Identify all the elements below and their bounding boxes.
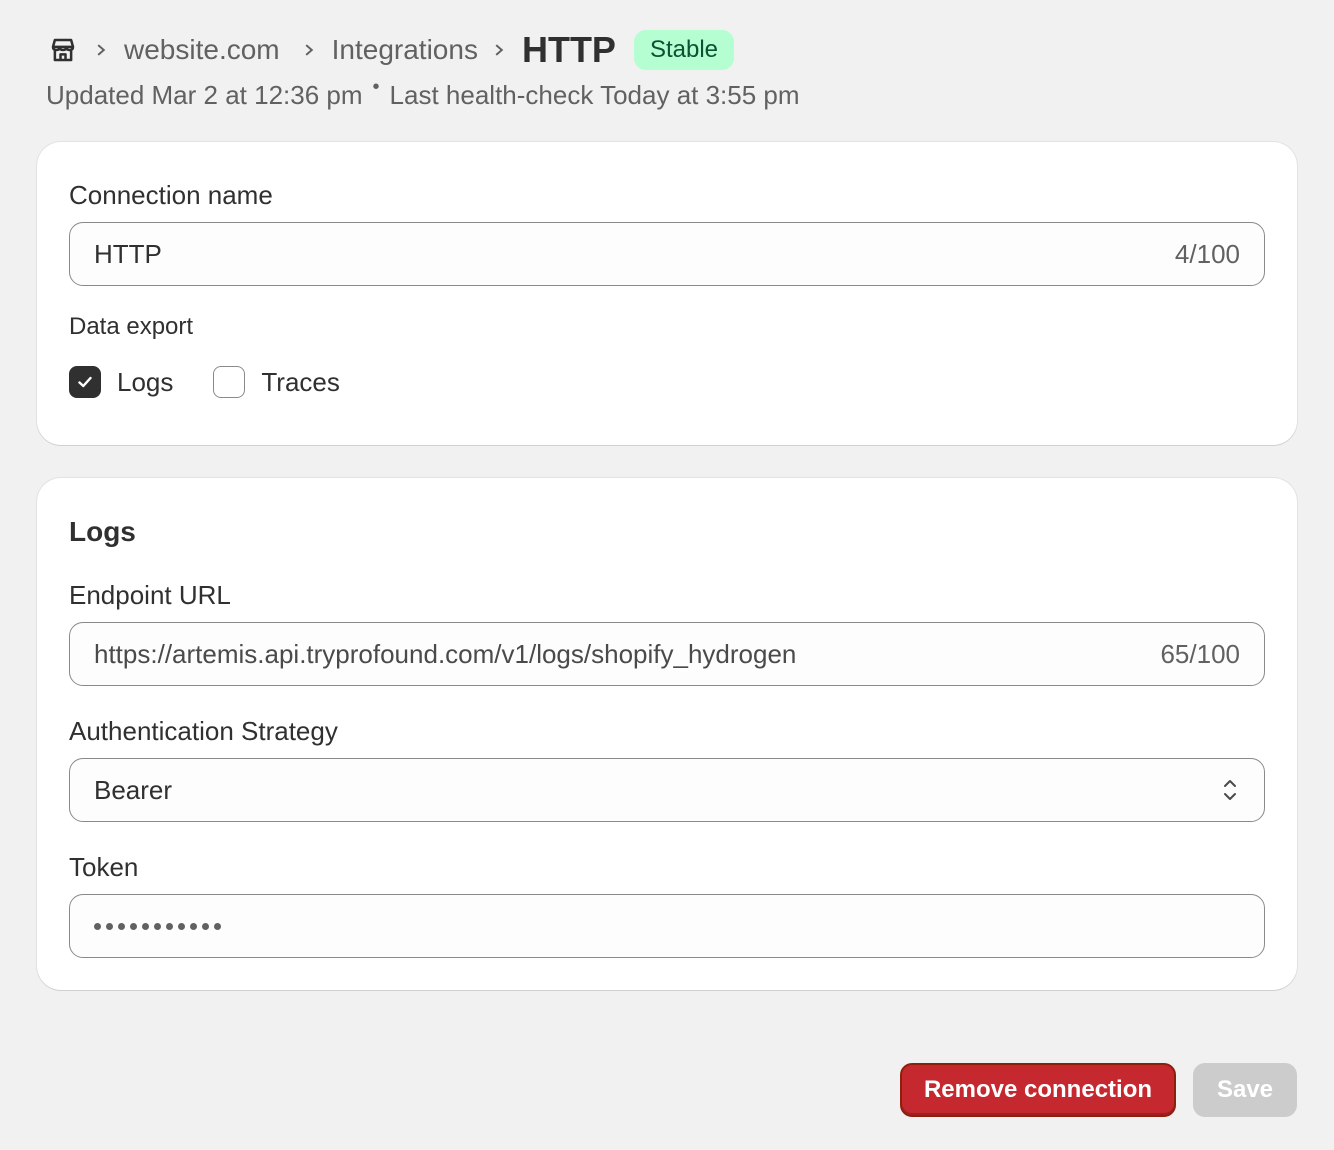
endpoint-url-label: Endpoint URL bbox=[69, 580, 231, 610]
store-icon[interactable] bbox=[46, 33, 80, 67]
select-chevron-icon bbox=[1220, 775, 1240, 805]
connection-card: Connection name HTTP 4/100 Data export L… bbox=[37, 142, 1297, 445]
checkmark-icon bbox=[78, 376, 92, 388]
password-dot bbox=[94, 922, 101, 930]
logs-card-title: Logs bbox=[69, 516, 136, 547]
chevron-right-icon bbox=[94, 43, 108, 57]
traces-checkbox[interactable] bbox=[213, 366, 246, 398]
password-dot bbox=[178, 922, 185, 930]
status-badge: Stable bbox=[633, 30, 735, 70]
page: website.com Integrations HTTP Stable Upd… bbox=[0, 0, 1334, 1150]
separator-dot: • bbox=[372, 76, 380, 98]
breadcrumb-integrations-link[interactable]: Integrations bbox=[332, 34, 478, 66]
traces-checkbox-option[interactable]: Traces bbox=[213, 366, 340, 398]
password-dot bbox=[190, 922, 197, 930]
chevron-right-icon bbox=[492, 43, 506, 57]
token-masked-value bbox=[94, 922, 221, 930]
data-export-options: Logs Traces bbox=[69, 366, 380, 398]
page-title: HTTP bbox=[521, 29, 616, 70]
character-counter: 65/100 bbox=[1160, 638, 1240, 669]
breadcrumb-store-link[interactable]: website.com bbox=[124, 34, 280, 66]
save-button[interactable]: Save bbox=[1193, 1063, 1297, 1117]
password-dot bbox=[166, 922, 173, 930]
auth-strategy-label: Authentication Strategy bbox=[69, 716, 338, 746]
updated-timestamp: Updated Mar 2 at 12:36 pm bbox=[46, 80, 363, 110]
auth-strategy-value: Bearer bbox=[94, 774, 173, 805]
endpoint-url-input[interactable]: https://artemis.api.tryprofound.com/v1/l… bbox=[69, 622, 1265, 686]
remove-connection-button[interactable]: Remove connection bbox=[900, 1063, 1176, 1117]
character-counter: 4/100 bbox=[1174, 238, 1240, 269]
logs-checkbox[interactable] bbox=[69, 366, 101, 398]
logs-checkbox-label: Logs bbox=[117, 366, 174, 397]
password-dot bbox=[118, 922, 125, 930]
chevron-right-icon bbox=[302, 43, 316, 57]
password-dot bbox=[154, 922, 161, 930]
page-meta: Updated Mar 2 at 12:36 pm • Last health-… bbox=[46, 76, 1296, 111]
password-dot bbox=[202, 922, 209, 930]
health-check-timestamp: Last health-check Today at 3:55 pm bbox=[389, 80, 800, 110]
connection-name-value: HTTP bbox=[94, 238, 162, 269]
password-dot bbox=[106, 922, 113, 930]
breadcrumb: website.com Integrations HTTP Stable bbox=[46, 26, 1296, 74]
traces-checkbox-label: Traces bbox=[261, 366, 340, 397]
token-input[interactable] bbox=[69, 894, 1265, 958]
password-dot bbox=[214, 922, 221, 930]
connection-name-input[interactable]: HTTP 4/100 bbox=[69, 222, 1265, 286]
logs-checkbox-option[interactable]: Logs bbox=[69, 366, 173, 398]
data-export-label: Data export bbox=[69, 313, 194, 340]
password-dot bbox=[142, 922, 149, 930]
logs-card: Logs Endpoint URL https://artemis.api.tr… bbox=[37, 478, 1297, 990]
page-header: website.com Integrations HTTP Stable Upd… bbox=[46, 26, 1296, 111]
password-dot bbox=[130, 922, 137, 930]
auth-strategy-select[interactable]: Bearer bbox=[69, 758, 1265, 822]
endpoint-url-value: https://artemis.api.tryprofound.com/v1/l… bbox=[94, 638, 797, 669]
token-label: Token bbox=[69, 852, 139, 882]
connection-name-label: Connection name bbox=[69, 180, 273, 210]
